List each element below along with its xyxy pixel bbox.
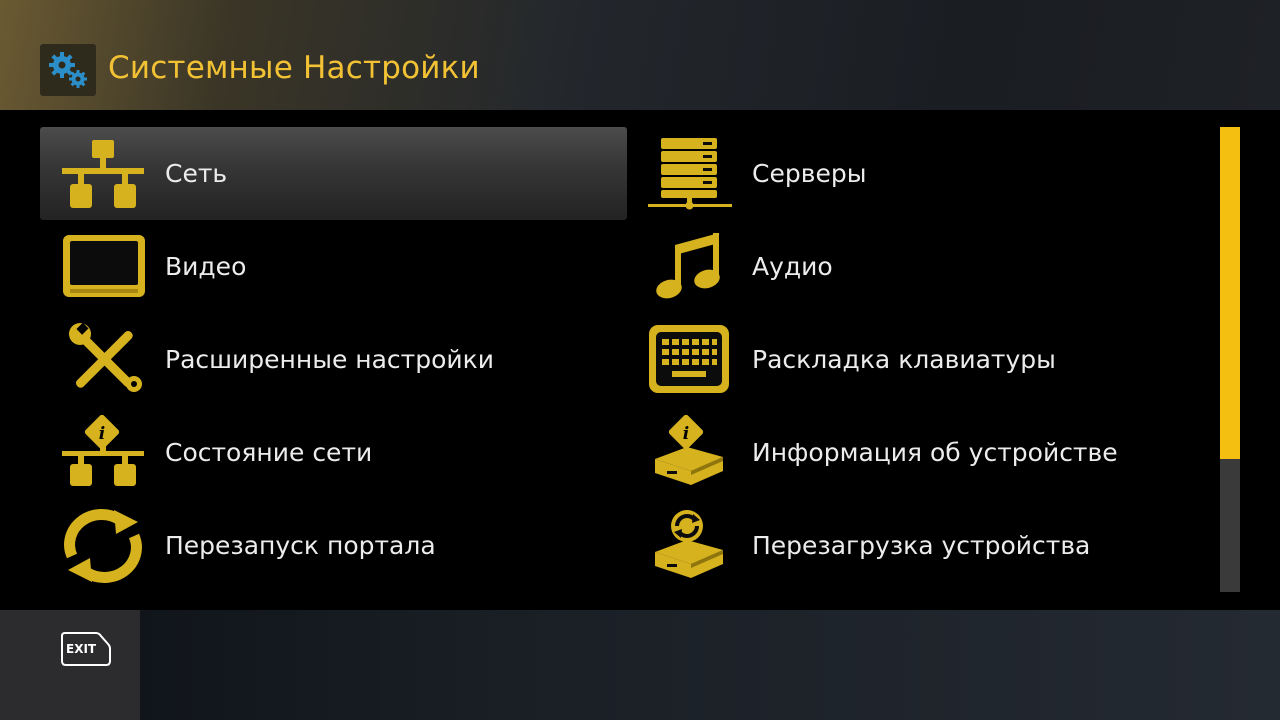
scrollbar[interactable]	[1220, 127, 1240, 592]
footer: EXIT	[0, 610, 1280, 720]
menu-item-label: Сеть	[165, 159, 228, 188]
music-note-icon	[656, 233, 720, 299]
svg-text:i: i	[683, 424, 689, 444]
header: Системные Настройки	[0, 0, 1280, 110]
menu-item-label: Перезапуск портала	[165, 531, 436, 560]
menu-item-portal-restart[interactable]: Перезапуск портала	[40, 499, 627, 592]
menu-item-keyboard-layout[interactable]: Раскладка клавиатуры	[627, 313, 1214, 406]
menu-item-label: Аудио	[752, 252, 833, 281]
network-info-icon: i	[62, 415, 144, 486]
exit-button[interactable]: EXIT	[58, 630, 114, 670]
page-title: Системные Настройки	[108, 50, 480, 86]
tools-icon	[69, 322, 142, 392]
menu-item-network-status[interactable]: i Состояние сети	[40, 406, 627, 499]
menu-item-network[interactable]: Сеть	[40, 127, 627, 220]
menu-item-label: Состояние сети	[165, 438, 373, 467]
network-icon	[62, 140, 144, 208]
menu-item-servers[interactable]: Серверы	[627, 127, 1214, 220]
scroll-thumb[interactable]	[1220, 127, 1240, 459]
tv-icon	[63, 235, 145, 297]
menu-item-device-reboot[interactable]: Перезагрузка устройства	[627, 499, 1214, 592]
gears-icon	[40, 44, 96, 96]
menu-item-device-info[interactable]: i Информация об устройстве	[627, 406, 1214, 499]
menu-item-audio[interactable]: Аудио	[627, 220, 1214, 313]
menu-item-label: Видео	[165, 252, 247, 281]
menu-item-label: Серверы	[752, 159, 867, 188]
exit-key-label: EXIT	[66, 642, 97, 656]
servers-icon	[648, 138, 732, 210]
footer-key-panel: EXIT	[0, 610, 140, 720]
device-info-icon: i	[655, 415, 723, 485]
menu-item-label: Перезагрузка устройства	[752, 531, 1091, 560]
settings-grid: Сеть Видео Расширенные настройки i Состо…	[0, 110, 1280, 610]
menu-item-label: Информация об устройстве	[752, 438, 1118, 467]
keyboard-icon	[649, 325, 729, 393]
menu-item-advanced-settings[interactable]: Расширенные настройки	[40, 313, 627, 406]
device-reboot-icon	[655, 510, 723, 578]
restart-icon	[64, 509, 142, 583]
svg-text:i: i	[99, 424, 105, 444]
menu-item-label: Расширенные настройки	[165, 345, 495, 374]
menu-item-video[interactable]: Видео	[40, 220, 627, 313]
menu-item-label: Раскладка клавиатуры	[752, 345, 1056, 374]
